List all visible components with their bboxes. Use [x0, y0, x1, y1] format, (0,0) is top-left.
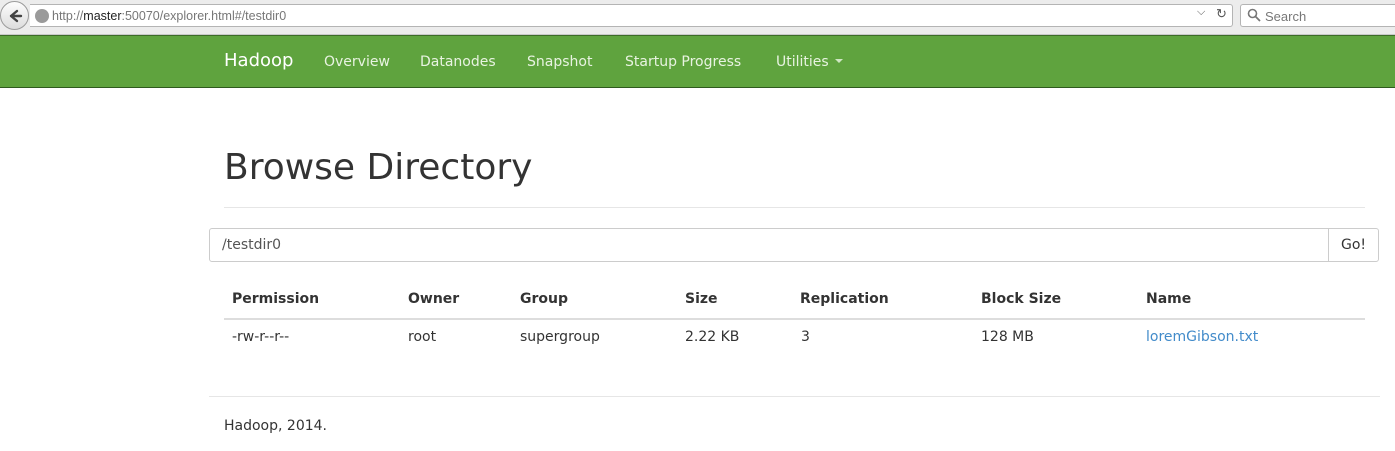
chevron-down-icon[interactable]: ⌵	[1197, 6, 1205, 19]
page-title: Browse Directory	[224, 147, 533, 188]
search-icon	[1247, 8, 1261, 22]
table-header-divider	[224, 318, 1365, 320]
cell-replication: 3	[801, 329, 810, 345]
column-header-block-size: Block Size	[981, 291, 1062, 307]
nav-overview[interactable]: Overview	[324, 54, 390, 70]
column-header-permission: Permission	[232, 291, 320, 307]
column-header-group: Group	[520, 291, 569, 307]
top-navbar: Hadoop Overview Datanodes Snapshot Start…	[0, 35, 1395, 88]
nav-datanodes[interactable]: Datanodes	[420, 54, 496, 70]
directory-path-input[interactable]: /testdir0	[209, 228, 1329, 262]
column-header-replication: Replication	[800, 291, 889, 307]
back-button[interactable]	[0, 1, 29, 30]
go-button[interactable]: Go!	[1328, 228, 1379, 262]
cell-group: supergroup	[520, 329, 600, 345]
cell-block-size: 128 MB	[981, 329, 1034, 345]
browser-toolbar: http://master:50070/explorer.html#/testd…	[0, 0, 1395, 35]
address-bar[interactable]: http://master:50070/explorer.html#/testd…	[30, 4, 1233, 27]
nav-snapshot[interactable]: Snapshot	[527, 54, 592, 70]
nav-utilities-label: Utilities	[776, 54, 829, 70]
url-text: http://master:50070/explorer.html#/testd…	[52, 9, 287, 23]
column-header-name: Name	[1146, 291, 1192, 307]
footer-divider	[209, 396, 1380, 397]
footer-text: Hadoop, 2014.	[224, 418, 327, 434]
back-arrow-icon	[9, 9, 22, 22]
cell-owner: root	[408, 329, 437, 345]
browser-search-input[interactable]: Search	[1240, 4, 1395, 27]
column-header-owner: Owner	[408, 291, 460, 307]
nav-utilities-dropdown[interactable]: Utilities	[776, 54, 843, 70]
header-divider	[224, 207, 1365, 208]
caret-down-icon	[834, 59, 843, 63]
column-header-size: Size	[685, 291, 718, 307]
reload-icon[interactable]: ↻	[1216, 6, 1227, 22]
nav-startup-progress[interactable]: Startup Progress	[625, 54, 741, 70]
brand-link[interactable]: Hadoop	[224, 50, 293, 71]
cell-size: 2.22 KB	[685, 329, 740, 345]
cell-permission: -rw-r--r--	[232, 329, 290, 345]
globe-icon	[35, 9, 49, 23]
file-name-link[interactable]: loremGibson.txt	[1146, 329, 1258, 345]
search-placeholder: Search	[1265, 9, 1307, 24]
